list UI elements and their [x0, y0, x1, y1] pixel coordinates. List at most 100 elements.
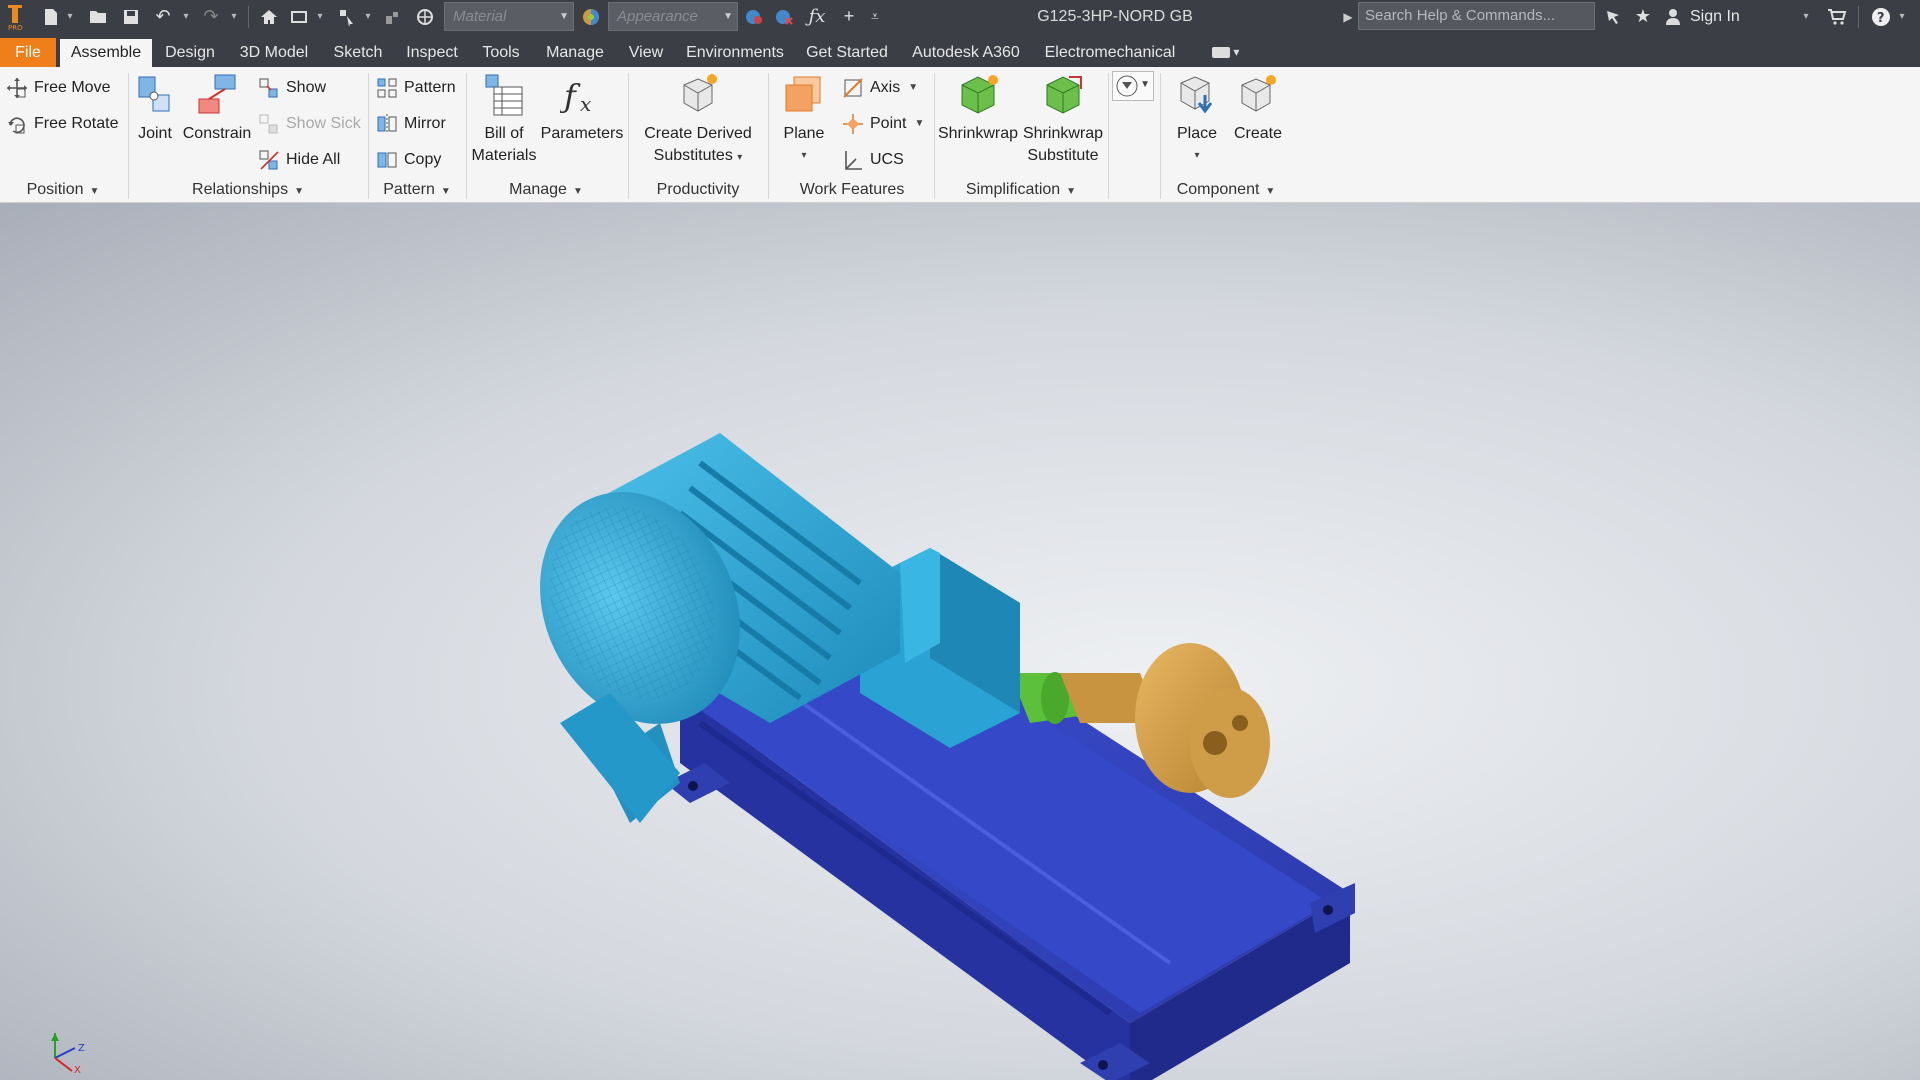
panel-title-work-features: Work Features	[770, 180, 934, 200]
plane-button[interactable]: Plane ▾	[774, 73, 834, 167]
tab-file[interactable]: File	[0, 38, 56, 67]
chevron-down-icon: ▼	[914, 118, 925, 129]
ucs-button[interactable]: UCS	[842, 147, 904, 173]
separator	[628, 73, 629, 199]
pattern-button[interactable]: Pattern	[376, 75, 456, 101]
create-component-button[interactable]: Create	[1228, 73, 1288, 145]
user-icon[interactable]	[1660, 0, 1686, 33]
free-rotate-button[interactable]: Free Rotate	[6, 111, 118, 137]
cart-icon[interactable]	[1824, 0, 1850, 33]
tab-view[interactable]: View	[620, 39, 672, 67]
free-move-button[interactable]: Free Move	[6, 75, 110, 101]
assembly-model[interactable]	[0, 203, 1920, 1080]
tab-manage[interactable]: Manage	[536, 39, 614, 67]
tab-3d-model[interactable]: 3D Model	[230, 39, 318, 67]
tab-design[interactable]: Design	[155, 39, 225, 67]
chevron-down-icon: ▼	[572, 186, 583, 197]
select-filter-icon[interactable]	[334, 0, 360, 33]
svg-text:ƒ: ƒ	[560, 77, 581, 115]
expand-search-icon[interactable]: ▶	[1340, 0, 1356, 33]
tab-sketch[interactable]: Sketch	[324, 39, 392, 67]
app-menu-button[interactable]: PRO	[2, 0, 28, 33]
tab-tools[interactable]: Tools	[472, 39, 530, 67]
sign-in-dropdown[interactable]: ▾	[1800, 0, 1812, 33]
communication-center-icon[interactable]	[1600, 0, 1626, 33]
document-title: G125-3HP-NORD GB	[1037, 8, 1193, 25]
show-sick-button[interactable]: Show Sick	[258, 111, 361, 137]
update-icon[interactable]	[380, 0, 406, 33]
redo-icon[interactable]: ↷	[198, 0, 224, 33]
chevron-down-icon: ▼	[1265, 186, 1276, 197]
return-dropdown[interactable]: ▾	[314, 0, 326, 33]
shrinkwrap-button[interactable]: Shrinkwrap	[936, 73, 1020, 145]
appearance-combo[interactable]: Appearance ▼	[608, 2, 738, 31]
bom-label-line2: Materials	[471, 147, 537, 164]
show-button[interactable]: Show	[258, 75, 326, 101]
tab-environments[interactable]: Environments	[678, 39, 792, 67]
joint-button[interactable]: Joint	[130, 73, 180, 145]
panel-title-component[interactable]: Component ▼	[1162, 180, 1290, 200]
panel-title-position[interactable]: Position ▼	[0, 180, 126, 200]
globe-icon[interactable]	[412, 0, 438, 33]
component-title: Component	[1176, 181, 1260, 198]
graphics-viewport[interactable]: Z X	[0, 203, 1920, 1080]
tab-get-started[interactable]: Get Started	[798, 39, 896, 67]
shrinkwrap-substitute-icon	[1041, 73, 1085, 117]
shrinkwrap-substitute-button[interactable]: Shrinkwrap Substitute	[1020, 73, 1106, 167]
point-button[interactable]: Point ▼	[842, 111, 924, 137]
plus-icon[interactable]: +	[836, 0, 862, 33]
fx-parameters-icon[interactable]: ƒx	[804, 0, 830, 33]
show-label: Show	[286, 79, 327, 96]
constrain-icon	[195, 73, 239, 117]
mirror-button[interactable]: Mirror	[376, 111, 446, 137]
svg-text:X: X	[74, 1065, 81, 1073]
ribbon-display-toggle[interactable]: ▾	[1212, 41, 1252, 63]
return-icon[interactable]	[286, 0, 312, 33]
save-icon[interactable]	[118, 0, 144, 33]
clear-appearance-icon[interactable]	[771, 0, 797, 33]
panel-title-simplification[interactable]: Simplification ▼	[936, 180, 1106, 200]
sign-in-link[interactable]: Sign In	[1690, 0, 1740, 33]
help-icon[interactable]: ?	[1868, 0, 1894, 33]
undo-icon[interactable]: ↶	[150, 0, 176, 33]
copy-button[interactable]: Copy	[376, 147, 441, 173]
material-combo[interactable]: Material ▼	[444, 2, 574, 31]
favorites-star-icon[interactable]: ★	[1630, 0, 1656, 33]
appearance-ball-icon[interactable]	[578, 0, 604, 33]
search-input[interactable]: Search Help & Commands...	[1358, 2, 1595, 30]
redo-dropdown[interactable]: ▾	[228, 0, 240, 33]
open-icon[interactable]	[86, 0, 112, 33]
svg-text:x: x	[580, 92, 591, 116]
tab-assemble[interactable]: Assemble	[60, 39, 152, 67]
adjust-appearance-icon[interactable]	[741, 0, 767, 33]
copy-label: Copy	[404, 151, 442, 168]
customize-qat-icon[interactable]: ⩡	[862, 0, 888, 33]
parameters-button[interactable]: ƒx Parameters	[540, 73, 624, 145]
tab-inspect[interactable]: Inspect	[398, 39, 466, 67]
create-derived-substitutes-button[interactable]: Create Derived Substitutes ▾	[636, 73, 760, 169]
panel-title-manage[interactable]: Manage ▼	[468, 180, 624, 200]
bill-of-materials-button[interactable]: Bill of Materials	[468, 73, 540, 167]
place-button[interactable]: Place ▾	[1166, 73, 1228, 167]
home-icon[interactable]	[256, 0, 282, 33]
panel-title-pattern[interactable]: Pattern ▼	[370, 180, 464, 200]
select-filter-dropdown[interactable]: ▾	[362, 0, 374, 33]
constrain-button[interactable]: Constrain	[182, 73, 252, 145]
separator	[248, 6, 249, 28]
joint-label: Joint	[138, 125, 172, 142]
help-dropdown[interactable]: ▾	[1896, 0, 1908, 33]
undo-dropdown[interactable]: ▾	[180, 0, 192, 33]
hide-all-button[interactable]: Hide All	[258, 147, 340, 173]
ucs-label: UCS	[870, 151, 904, 168]
tab-electromechanical[interactable]: Electromechanical	[1036, 39, 1184, 67]
tab-autodesk-a360[interactable]: Autodesk A360	[902, 39, 1030, 67]
separator	[768, 73, 769, 199]
selection-filter-dropdown[interactable]: ▼	[1112, 71, 1154, 101]
panel-title-relationships[interactable]: Relationships ▼	[130, 180, 366, 200]
view-triad-icon[interactable]: Z X	[40, 1013, 100, 1073]
separator	[1108, 73, 1109, 199]
axis-button[interactable]: Axis ▼	[842, 75, 918, 101]
axis-icon	[842, 77, 864, 99]
new-dropdown[interactable]: ▾	[64, 0, 76, 33]
new-icon[interactable]	[38, 0, 64, 33]
